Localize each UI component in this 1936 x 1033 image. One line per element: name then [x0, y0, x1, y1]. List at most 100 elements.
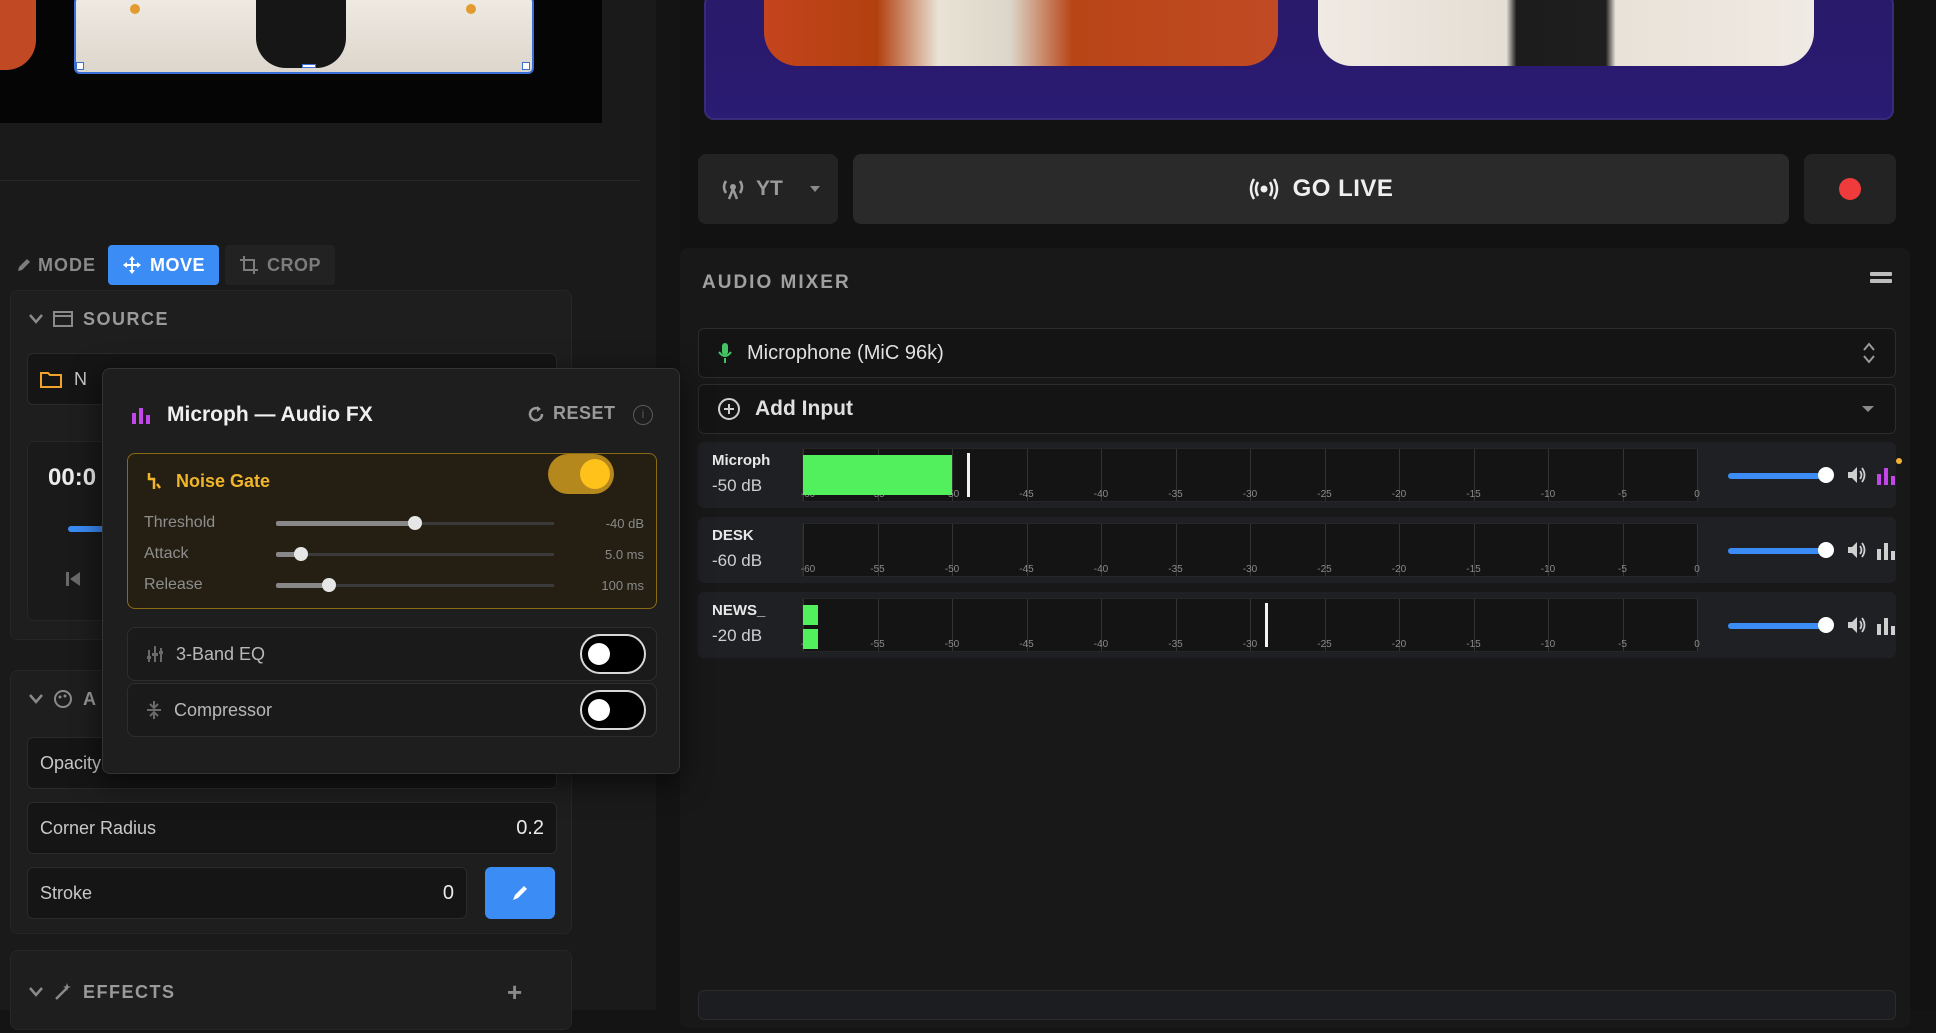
stroke-color-button[interactable]: [485, 867, 555, 919]
noise-gate-toggle[interactable]: [548, 454, 614, 494]
release-slider[interactable]: Release 100 ms: [144, 574, 644, 596]
meter-scale-label: -20: [1391, 564, 1407, 575]
crop-icon: [240, 256, 259, 274]
resize-handle[interactable]: [76, 62, 84, 70]
meter-scale-label: 0: [1694, 489, 1700, 500]
slider-fill: [276, 583, 329, 588]
meter-scale-label: -5: [1618, 639, 1627, 650]
move-mode-button[interactable]: MOVE: [108, 245, 220, 285]
effects-section-header[interactable]: EFFECTS +: [11, 951, 571, 1033]
meter-scale-label: -35: [1168, 639, 1183, 650]
meter-fill: [803, 605, 818, 625]
live-signal-icon: [1249, 178, 1278, 200]
anchor-dot: [466, 4, 476, 14]
meter-scale-label: -45: [1019, 489, 1034, 500]
pencil-icon: [18, 259, 30, 271]
level-meter: -60-55-50-45-40-35-30-25-20-15-10-50: [801, 598, 1700, 652]
meter-scale-label: -40: [1093, 489, 1109, 500]
input-device-select[interactable]: Microphone (MiC 96k): [698, 328, 1896, 378]
program-preview: [704, 0, 1894, 120]
volume-slider[interactable]: [1728, 623, 1828, 629]
audio-fx-icon[interactable]: [1876, 539, 1896, 561]
resize-handle[interactable]: [522, 62, 530, 70]
volume-slider[interactable]: [1728, 473, 1828, 479]
channel-name: Microph: [712, 452, 771, 469]
sliders-icon: [147, 646, 163, 662]
slider-knob[interactable]: [408, 516, 422, 530]
equalizer-icon: [132, 408, 150, 424]
eq-toggle[interactable]: [580, 634, 646, 674]
move-icon: [123, 256, 141, 274]
eyedropper-icon: [513, 886, 527, 900]
threshold-slider[interactable]: Threshold -40 dB: [144, 512, 644, 534]
meter-scale-label: -15: [1466, 564, 1481, 575]
record-button[interactable]: [1804, 154, 1896, 224]
meter-scale-label: -25: [1317, 564, 1332, 575]
fx-popup-title: Microph — Audio FX: [167, 403, 373, 426]
corner-radius-field[interactable]: Corner Radius 0.2: [27, 802, 557, 854]
info-icon[interactable]: i: [633, 405, 653, 425]
meter-scale-label: -55: [870, 639, 885, 650]
slider-fill: [276, 521, 415, 526]
audio-fx-icon[interactable]: [1876, 614, 1896, 636]
meter-scale-label: -5: [1618, 489, 1627, 500]
reset-icon: [528, 405, 544, 421]
guest-camera-tile[interactable]: [1318, 0, 1814, 66]
preview-neighbor-image: [0, 0, 36, 70]
reset-button[interactable]: RESET: [527, 403, 616, 424]
meter-scale-label: -10: [1540, 639, 1556, 650]
selected-source-thumbnail[interactable]: [74, 0, 534, 74]
speaker-icon[interactable]: [1846, 614, 1868, 636]
speaker-icon[interactable]: [1846, 464, 1868, 486]
go-live-button[interactable]: GO LIVE: [853, 154, 1789, 224]
meter-scale-label: -40: [1093, 639, 1109, 650]
channel-db: -60 dB: [712, 551, 763, 570]
resize-handle[interactable]: [302, 64, 316, 68]
microphone-image: [256, 0, 346, 68]
right-output-panel: YT GO LIVE AUDIO MIXER Microphone (MiC 9…: [680, 0, 1936, 1028]
attack-slider[interactable]: Attack 5.0 ms: [144, 543, 644, 565]
source-section-header[interactable]: SOURCE: [11, 291, 571, 347]
meter-scale-label: -25: [1317, 489, 1332, 500]
magic-wand-icon: [55, 983, 71, 1000]
add-effect-button[interactable]: +: [507, 977, 524, 1008]
peak-marker: [966, 453, 970, 497]
broadcast-icon: [722, 180, 744, 200]
eq-row: 3-Band EQ: [127, 627, 657, 681]
channel-name: DESK: [712, 527, 754, 544]
volume-knob[interactable]: [1818, 617, 1835, 633]
folder-icon: [40, 372, 62, 388]
chevron-down-icon: [29, 694, 43, 704]
canvas-preview: [0, 0, 602, 123]
meter-scale-label: -35: [1168, 564, 1183, 575]
fx-active-indicator: [1896, 458, 1902, 464]
add-input-select[interactable]: Add Input: [698, 384, 1896, 434]
volume-slider[interactable]: [1728, 548, 1828, 554]
window-icon: [53, 311, 73, 327]
anchor-dot: [130, 4, 140, 14]
audio-fx-popup: Microph — Audio FX RESET i Noise Gate Th…: [102, 368, 680, 774]
compressor-row: Compressor: [127, 683, 657, 737]
slider-knob[interactable]: [321, 578, 336, 592]
skip-back-icon[interactable]: [64, 570, 82, 588]
peak-marker: [1264, 603, 1268, 647]
crop-mode-button[interactable]: CROP: [225, 245, 336, 285]
channel-db: -20 dB: [712, 626, 763, 645]
slider-knob[interactable]: [294, 547, 309, 561]
speaker-icon[interactable]: [1846, 539, 1868, 561]
volume-knob[interactable]: [1818, 542, 1835, 558]
caret-down-icon: [809, 186, 820, 192]
host-camera-tile[interactable]: [764, 0, 1278, 66]
playback-time: 00:0: [48, 464, 97, 491]
volume-knob[interactable]: [1818, 467, 1835, 483]
mixer-menu-icon[interactable]: [1870, 272, 1892, 288]
meter-scale-label: -60: [800, 564, 816, 575]
meter-scale-label: -50: [944, 639, 960, 650]
caret-down-icon: [1862, 406, 1874, 412]
record-icon: [1839, 178, 1861, 200]
stroke-field[interactable]: Stroke 0: [27, 867, 467, 919]
compressor-toggle[interactable]: [580, 690, 646, 730]
meter-scale-label: -15: [1466, 489, 1481, 500]
platform-selector[interactable]: YT: [698, 154, 838, 224]
audio-fx-icon[interactable]: [1876, 464, 1896, 486]
